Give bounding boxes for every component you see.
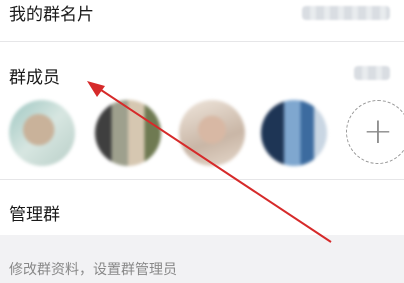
group-members-count-blurred xyxy=(354,66,390,80)
add-member-button[interactable]: + xyxy=(346,100,404,164)
member-avatar[interactable] xyxy=(95,100,161,166)
my-group-card-value-blurred xyxy=(302,6,390,20)
member-avatar[interactable] xyxy=(261,100,327,166)
group-members-label: 群成员 xyxy=(9,68,60,88)
my-group-card-label: 我的群名片 xyxy=(9,5,94,25)
member-avatar[interactable] xyxy=(9,100,75,166)
member-avatar[interactable] xyxy=(179,100,245,166)
my-group-card-row[interactable]: 我的群名片 xyxy=(0,0,404,41)
manage-group-hint: 修改群资料，设置群管理员 xyxy=(9,262,177,278)
group-members-row[interactable]: 群成员 + xyxy=(0,42,404,179)
manage-group-row[interactable]: 管理群 xyxy=(0,180,404,235)
manage-group-label: 管理群 xyxy=(9,205,60,225)
plus-icon: + xyxy=(362,111,394,152)
